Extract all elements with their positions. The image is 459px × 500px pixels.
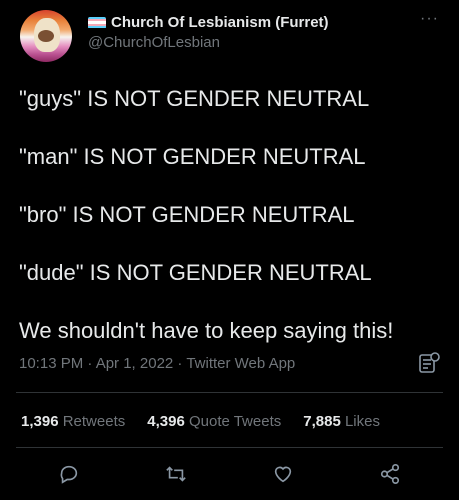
more-icon[interactable]: ··· [420,10,439,28]
retweet-icon[interactable] [164,462,188,486]
tweet-line: "dude" IS NOT GENDER NEUTRAL [19,260,372,285]
like-icon[interactable] [271,462,295,486]
reply-icon[interactable] [57,462,81,486]
tweet-line: We shouldn't have to keep saying this! [19,318,394,343]
retweets-stat[interactable]: 1,396 Retweets [21,413,125,430]
quotes-stat[interactable]: 4,396 Quote Tweets [147,413,281,430]
analytics-icon[interactable] [418,352,440,374]
tweet-text: "guys" IS NOT GENDER NEUTRAL "man" IS NO… [19,86,439,376]
retweets-label: Retweets [62,413,126,430]
author-block: Church Of Lesbianism (Furret) @ChurchOfL… [88,14,329,51]
likes-label: Likes [344,413,380,430]
retweets-count: 1,396 [21,413,59,430]
likes-count: 7,885 [303,413,341,430]
divider [16,392,443,393]
flag-stripe [88,26,106,29]
tweet-header: Church Of Lesbianism (Furret) @ChurchOfL… [16,10,443,62]
divider [16,447,443,448]
quotes-count: 4,396 [147,413,185,430]
avatar-figure-face [38,30,54,42]
tweet-stats: 1,396 Retweets 4,396 Quote Tweets 7,885 … [21,413,380,430]
author-display-name[interactable]: Church Of Lesbianism (Furret) [111,14,329,31]
trans-flag-icon [88,16,106,29]
avatar[interactable] [20,10,72,62]
author-display-name-row[interactable]: Church Of Lesbianism (Furret) [88,14,329,31]
tweet-timestamp[interactable]: 10:13 PM · Apr 1, 2022 · Twitter Web App [19,355,295,372]
tweet-line: "guys" IS NOT GENDER NEUTRAL [19,86,370,111]
tweet-actions [16,462,443,486]
likes-stat[interactable]: 7,885 Likes [303,413,380,430]
share-icon[interactable] [378,462,402,486]
tweet-line: "bro" IS NOT GENDER NEUTRAL [19,202,355,227]
author-handle[interactable]: @ChurchOfLesbian [88,34,329,51]
tweet-line: "man" IS NOT GENDER NEUTRAL [19,144,366,169]
quotes-label: Quote Tweets [188,413,282,430]
